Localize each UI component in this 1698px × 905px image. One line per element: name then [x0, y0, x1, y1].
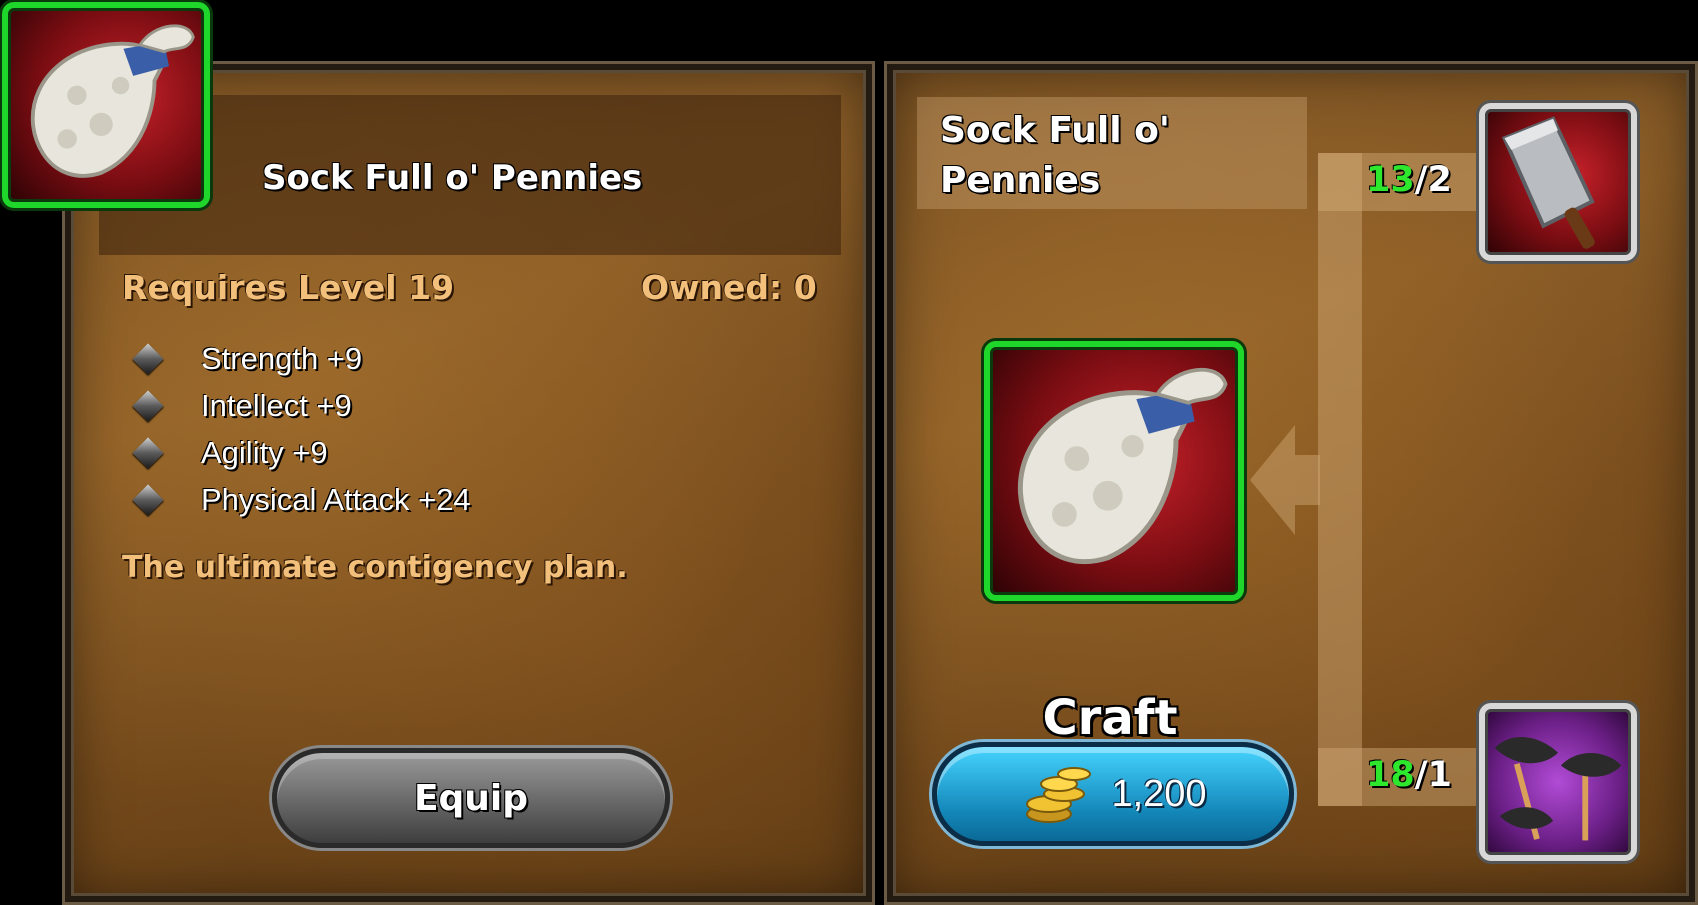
recipe-name-line1: Sock Full o': [940, 110, 1170, 151]
recipe-connector: [1318, 153, 1362, 806]
equip-button-label: Equip: [413, 777, 529, 819]
stat-strength: Strength +9: [201, 341, 363, 376]
owned-count: Owned: 0: [641, 268, 817, 307]
sock-full-of-pennies-icon[interactable]: [2, 2, 210, 208]
cleaver-icon[interactable]: [1479, 103, 1637, 261]
gold-coins-icon: [1026, 767, 1092, 823]
bullet-diamond-icon: [132, 343, 164, 375]
ingredient-need: /2: [1414, 160, 1452, 200]
required-level: Requires Level 19: [122, 268, 455, 307]
ingredient-need: /1: [1414, 755, 1452, 795]
stat-row: Physical Attack +24: [132, 477, 471, 523]
ingredient-count: 18/1: [1366, 755, 1452, 795]
stat-intellect: Intellect +9: [201, 388, 352, 423]
cleaver-graphic: [1501, 116, 1595, 249]
arrow-left-icon: [1250, 425, 1320, 535]
fake-mustache-icon[interactable]: [1479, 703, 1637, 861]
equip-button[interactable]: Equip: [272, 748, 670, 848]
item-name: Sock Full o' Pennies: [262, 158, 643, 198]
stat-agility: Agility +9: [201, 435, 328, 470]
sock-graphic: [1017, 367, 1228, 564]
stat-physical-attack: Physical Attack +24: [201, 482, 471, 517]
crafted-item-icon[interactable]: [984, 341, 1244, 601]
craft-label: Craft: [1042, 690, 1178, 746]
bullet-diamond-icon: [132, 437, 164, 469]
craft-button[interactable]: 1,200: [932, 742, 1294, 846]
bullet-diamond-icon: [132, 484, 164, 516]
ingredient-count: 13/2: [1366, 160, 1452, 200]
recipe-name-line2: Pennies: [940, 160, 1101, 201]
ingredient-have: 13: [1366, 160, 1415, 200]
stat-row: Strength +9: [132, 336, 363, 382]
ingredient-have: 18: [1366, 755, 1415, 795]
bullet-diamond-icon: [132, 390, 164, 422]
mustache-graphic: [1494, 737, 1622, 841]
stat-row: Agility +9: [132, 430, 328, 476]
craft-cost: 1,200: [1111, 772, 1207, 815]
stat-row: Intellect +9: [132, 383, 352, 429]
item-flavor-text: The ultimate contigency plan.: [122, 550, 628, 585]
sock-graphic: [30, 24, 195, 178]
